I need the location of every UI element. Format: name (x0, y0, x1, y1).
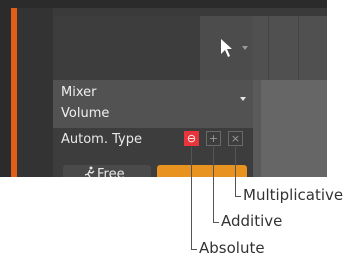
callout-line-additive (213, 147, 214, 223)
multiplicative-mode-button[interactable]: × (228, 131, 243, 146)
multiplicative-callout: Multiplicative (243, 186, 344, 204)
top-band (53, 8, 327, 16)
callout-line-multiplicative (235, 147, 236, 197)
free-label: Free (97, 167, 125, 177)
track-lane-highlight (261, 80, 327, 177)
callout-tick-multiplicative (235, 196, 241, 197)
pointer-icon (221, 39, 232, 57)
parameter-name-label: Volume (61, 106, 110, 121)
chevron-down-icon[interactable] (242, 46, 248, 50)
orange-mode-button[interactable] (157, 165, 247, 177)
additive-callout: Additive (221, 212, 283, 230)
absolute-callout: Absolute (199, 239, 265, 257)
running-figure-icon (84, 166, 95, 177)
autom-type-label: Autom. Type (61, 132, 142, 147)
callout-tick-absolute (191, 249, 197, 250)
callout-line-absolute (191, 147, 192, 250)
absolute-mode-button[interactable]: ⊖ (184, 131, 199, 146)
bitwig-panel-crop: Mixer Volume Autom. Type ⊖ + × Free (0, 0, 327, 177)
chevron-down-icon[interactable] (240, 97, 246, 101)
left-strip (17, 8, 53, 177)
additive-mode-button[interactable]: + (206, 131, 221, 146)
callout-tick-additive (213, 222, 219, 223)
parameter-device-label: Mixer (61, 85, 97, 100)
